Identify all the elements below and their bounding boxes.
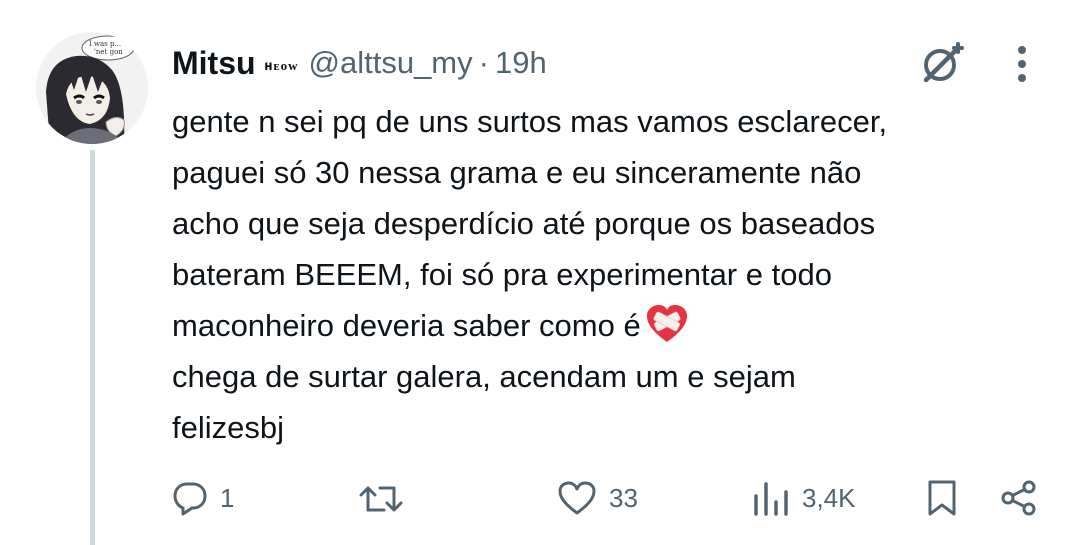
mending-heart-emoji-icon [646,305,687,342]
reply-count: 1 [220,482,235,513]
more-options-icon [1018,46,1026,82]
grok-button[interactable] [914,40,970,88]
like-count: 33 [609,482,638,513]
avatar-caption-1: I was p... [89,40,121,48]
bookmark-icon [928,480,956,516]
tweet-text-line: felizesbj [172,410,284,445]
reply-button[interactable]: 1 [172,470,234,526]
avatar[interactable]: I was p... 'net gon [36,32,148,144]
name-badge: ʜᴇᴏᴡ [264,59,299,74]
tweet-text-line: gente n sei pq de uns surtos mas vamos e… [172,104,888,139]
handle[interactable]: @alttsu_my [309,45,473,81]
timestamp[interactable]: 19h [495,45,547,81]
tweet-text-line: chega de surtar galera, acendam um e sej… [172,359,796,394]
action-bar: 1 33 3,4K [0,470,1080,526]
views-button[interactable]: 3,4K [752,470,856,526]
retweet-button[interactable] [358,470,418,526]
tweet-text-line: acho que seja desperdício até porque os … [172,206,876,241]
bookmark-button[interactable] [926,470,958,526]
views-count: 3,4K [802,482,856,513]
tweet-text-segment: maconheiro deveria saber como é [172,308,641,343]
like-button[interactable]: 33 [557,470,638,526]
more-options-button[interactable] [1004,40,1040,88]
tweet[interactable]: I was p... 'net gon Mitsu ʜᴇᴏᴡ @alttsu_m… [0,0,1080,545]
tweet-text-line: bateram BEEEM, foi só pra experimentar e… [172,257,832,292]
reply-icon [173,482,207,516]
tweet-text: gente n sei pq de uns surtos mas vamos e… [172,96,1052,453]
share-icon [1001,480,1036,516]
tweet-text-line: paguei só 30 nessa grama e eu sinceramen… [172,155,862,190]
separator-dot: · [478,45,489,80]
views-chart-icon [754,482,788,516]
avatar-caption-2: 'net gon [94,48,123,56]
anime-girl-avatar-icon: I was p... 'net gon [36,32,148,144]
retweet-icon [359,486,403,512]
like-heart-icon [558,481,596,515]
tweet-text-line-with-emoji: maconheiro deveria saber como é [172,300,1052,351]
tweet-header: Mitsu ʜᴇᴏᴡ @alttsu_my · 19h [172,38,547,88]
grok-icon [923,42,964,83]
display-name[interactable]: Mitsu [172,45,256,82]
share-button[interactable] [1000,470,1038,526]
